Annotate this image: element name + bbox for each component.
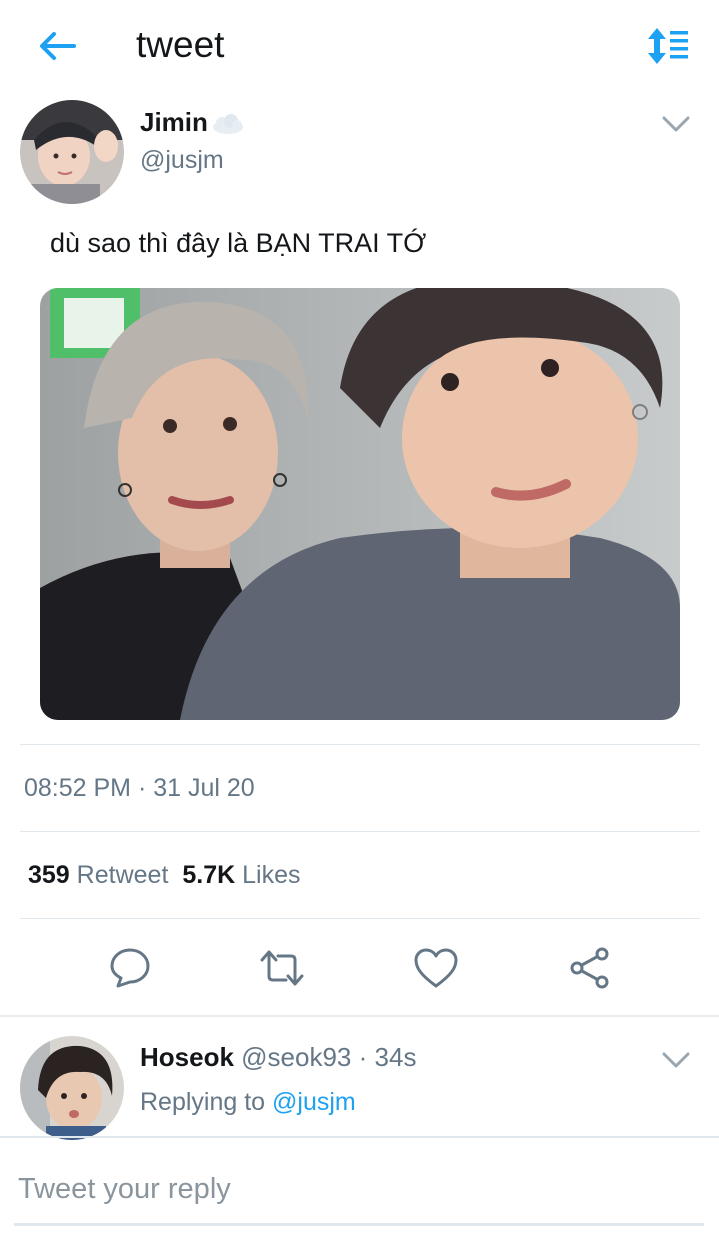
share-button[interactable] — [566, 944, 614, 992]
section-separator — [0, 1015, 719, 1017]
retweet-icon — [260, 950, 304, 986]
tweet-options-caret[interactable] — [658, 112, 694, 136]
author-name-text: Jimin — [140, 107, 208, 137]
retweet-button[interactable] — [258, 944, 306, 992]
page-title: tweet — [136, 24, 225, 65]
like-button[interactable] — [412, 944, 460, 992]
likes-label: Likes — [242, 861, 301, 889]
tweet-photo-image — [40, 288, 680, 720]
reply-button[interactable] — [106, 944, 154, 992]
reply-dot-separator: · — [358, 1042, 368, 1072]
likes-stat[interactable]: 5.7K Likes — [182, 861, 300, 889]
chevron-down-icon — [662, 116, 690, 132]
retweet-label: Retweet — [76, 861, 169, 889]
retweet-count: 359 — [28, 861, 70, 889]
author-name[interactable]: Jimin — [140, 107, 246, 138]
replying-prefix: Replying to — [140, 1088, 266, 1116]
speech-bubble-icon — [110, 948, 150, 988]
author-handle[interactable]: @jusjm — [140, 146, 224, 175]
reply-input[interactable] — [14, 1170, 704, 1226]
chevron-down-icon — [662, 1052, 690, 1068]
tweet-timestamp: 08:52 PM · 31 Jul 20 — [24, 774, 255, 802]
share-icon — [570, 947, 609, 989]
heart-icon — [414, 948, 458, 988]
tweet-actions — [0, 940, 719, 996]
divider-bottom — [20, 918, 700, 919]
divider-middle — [20, 831, 700, 832]
tweet-stats: 359 Retweet 5.7K Likes — [28, 861, 301, 890]
reply-author-line: Hoseok @seok93 · 34s — [140, 1042, 416, 1073]
replying-to-link[interactable]: @jusjm — [272, 1088, 356, 1116]
tweet-media-photo[interactable] — [40, 288, 680, 720]
reply-time: 34s — [374, 1042, 417, 1072]
composer-separator — [0, 1136, 719, 1138]
likes-count: 5.7K — [182, 861, 236, 889]
divider-top — [20, 744, 700, 745]
reply-options-caret[interactable] — [658, 1048, 694, 1072]
back-button[interactable] — [36, 26, 78, 66]
author-avatar[interactable] — [20, 100, 124, 204]
author-avatar-image — [20, 100, 124, 204]
arrow-left-icon — [40, 32, 76, 60]
sort-list-icon — [648, 28, 688, 64]
reply-author-handle[interactable]: @seok93 — [241, 1042, 351, 1072]
top-bar: tweet — [0, 0, 719, 92]
reply-author-avatar[interactable] — [20, 1036, 124, 1140]
cloud-icon — [212, 114, 243, 135]
tweet-text: dù sao thì đây là BẠN TRAI TỚ — [50, 228, 427, 258]
retweet-stat[interactable]: 359 Retweet — [28, 861, 168, 889]
reply-author-name[interactable]: Hoseok — [140, 1042, 234, 1072]
reply-avatar-image — [20, 1036, 124, 1140]
sort-button[interactable] — [644, 26, 692, 66]
replying-to-line: Replying to @jusjm — [140, 1088, 356, 1117]
